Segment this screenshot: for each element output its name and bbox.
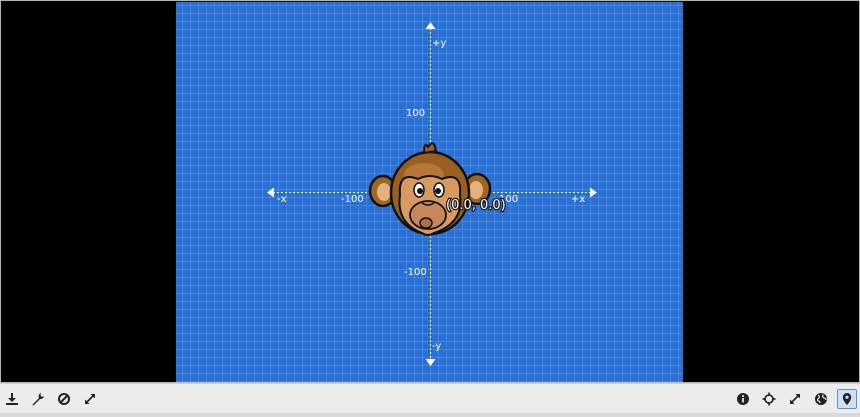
bottom-toolbar	[0, 383, 860, 414]
tick-y-neg: -100	[404, 267, 427, 278]
y-axis-arrow-down	[425, 359, 436, 366]
wrench-icon	[32, 393, 44, 406]
tick-y-pos: 100	[406, 108, 425, 119]
plus-y-label: +y	[432, 38, 446, 49]
disable-button[interactable]	[54, 389, 74, 409]
monkey-sprite[interactable]	[368, 142, 492, 236]
disable-icon	[58, 393, 70, 405]
viewport-frame: +y -y +x -x 100 -100 -100 100 (0.0, 0.0)	[0, 0, 860, 383]
crosshair-button[interactable]	[759, 389, 779, 409]
info-button[interactable]	[733, 389, 753, 409]
download-icon	[6, 393, 18, 405]
axes-overlay: +y -y +x -x 100 -100 -100 100 (0.0, 0.0)	[267, 22, 597, 366]
expand-button[interactable]	[80, 389, 100, 409]
minus-x-label: -x	[277, 194, 287, 205]
globe-button[interactable]	[811, 389, 831, 409]
fullscreen-button[interactable]	[785, 389, 805, 409]
crosshair-icon	[762, 392, 776, 406]
location-pin-button[interactable]	[837, 389, 857, 409]
location-pin-icon	[842, 393, 852, 405]
expand-icon	[85, 394, 95, 404]
fullscreen-icon	[790, 394, 800, 404]
minus-y-label: -y	[432, 341, 441, 352]
settings-button[interactable]	[28, 389, 48, 409]
plus-x-label: +x	[571, 194, 585, 205]
tick-x-neg: -100	[341, 194, 364, 205]
download-button[interactable]	[2, 389, 22, 409]
status-bar-edge	[0, 413, 860, 417]
x-axis-arrow-right	[590, 187, 597, 198]
game-viewport[interactable]: +y -y +x -x 100 -100 -100 100 (0.0, 0.0)	[176, 2, 683, 382]
info-icon	[737, 393, 749, 405]
origin-label: (0.0, 0.0)	[446, 198, 506, 213]
y-axis-arrow-up	[425, 22, 436, 29]
x-axis-arrow-left	[267, 187, 274, 198]
globe-icon	[815, 393, 827, 405]
